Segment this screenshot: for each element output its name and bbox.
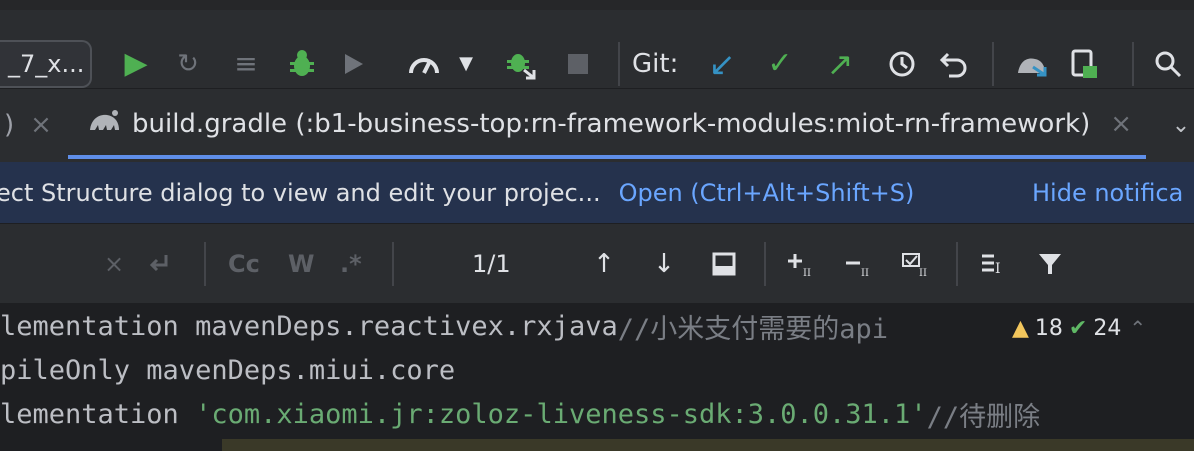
- select-all-occurrences-icon[interactable]: [704, 244, 744, 284]
- git-label: Git:: [632, 49, 679, 79]
- clear-search-icon[interactable]: ×: [104, 244, 124, 284]
- git-update-icon[interactable]: ↙: [702, 44, 742, 84]
- open-project-structure-link[interactable]: Open (Ctrl+Alt+Shift+S): [619, 179, 915, 207]
- gradle-icon: [88, 108, 122, 141]
- coverage-icon[interactable]: [334, 44, 374, 84]
- search-separator: [392, 242, 394, 286]
- current-line-highlight: [222, 439, 1194, 451]
- previous-occurrence-icon[interactable]: ↑: [584, 244, 624, 284]
- attach-debugger-icon[interactable]: [500, 44, 540, 84]
- banner-message: ect Structure dialog to view and edit yo…: [0, 178, 601, 207]
- close-icon[interactable]: ×: [1110, 109, 1132, 139]
- run-icon[interactable]: ▶: [116, 44, 156, 84]
- git-history-icon[interactable]: [882, 44, 922, 84]
- svg-text:II: II: [861, 268, 869, 278]
- match-case-toggle[interactable]: Cc: [228, 244, 260, 284]
- inspections-widget[interactable]: ▲ 18 ✔ 24 ⌃: [1012, 310, 1146, 346]
- remove-occurrence-icon[interactable]: II: [838, 244, 878, 284]
- code-line: lementation mavenDeps.reactivex.rxjava//…: [0, 306, 888, 346]
- git-push-icon[interactable]: ↗: [820, 44, 860, 84]
- search-bar: × Cc W .* 1/1 ↑ ↓ II II II I: [0, 224, 1194, 304]
- git-rollback-icon[interactable]: [934, 44, 974, 84]
- filter-search-results-icon[interactable]: I: [974, 244, 1014, 284]
- run-configuration-label: _7_x...: [8, 50, 85, 78]
- code-text: lementation: [0, 398, 196, 430]
- svg-text:II: II: [919, 268, 927, 278]
- stop-icon[interactable]: [558, 44, 598, 84]
- sync-gradle-icon[interactable]: [1012, 44, 1052, 84]
- code-string: 'com.xiaomi.jr:zoloz-liveness-sdk:3.0.0.…: [195, 398, 927, 430]
- tab-build-gradle[interactable]: build.gradle (:b1-business-top:rn-framew…: [68, 93, 1146, 159]
- toolbar-separator: [618, 42, 620, 86]
- git-commit-icon[interactable]: ✓: [760, 44, 800, 84]
- select-all-matches-icon[interactable]: II: [896, 244, 936, 284]
- regex-toggle[interactable]: .*: [340, 244, 362, 284]
- warning-icon: ▲: [1012, 315, 1029, 341]
- notification-banner: ect Structure dialog to view and edit yo…: [0, 162, 1194, 224]
- previous-tab-close-icon[interactable]: ×: [30, 110, 52, 140]
- add-occurrence-icon[interactable]: II: [780, 244, 820, 284]
- code-line: pileOnly mavenDeps.miui.core: [0, 350, 455, 390]
- inspections-more-icon: ⌃: [1129, 316, 1147, 340]
- new-line-icon[interactable]: [146, 244, 172, 284]
- weak-warning-icon: ✔: [1068, 315, 1088, 341]
- search-separator: [204, 242, 206, 286]
- dropdown-icon[interactable]: ▼: [446, 44, 486, 84]
- code-line: lementation 'com.xiaomi.jr:zoloz-livenes…: [0, 394, 1040, 434]
- match-count: 1/1: [472, 250, 511, 278]
- svg-text:I: I: [995, 261, 1001, 277]
- search-separator: [956, 242, 958, 286]
- next-occurrence-icon[interactable]: ↓: [644, 244, 684, 284]
- debug-icon[interactable]: [282, 44, 322, 84]
- tab-label: build.gradle (:b1-business-top:rn-framew…: [132, 109, 1091, 139]
- code-comment: //小米支付需要的api: [617, 313, 888, 345]
- chevron-down-icon[interactable]: ⌄: [1168, 105, 1194, 145]
- search-icon[interactable]: [1148, 44, 1188, 84]
- whole-word-toggle[interactable]: W: [288, 244, 314, 284]
- warning-count: 18: [1034, 315, 1063, 341]
- toolbar-separator: [1132, 42, 1134, 86]
- editor-tab-bar: ) × build.gradle (:b1-business-top:rn-fr…: [0, 88, 1194, 160]
- svg-text:II: II: [803, 268, 811, 278]
- device-manager-icon[interactable]: [1064, 44, 1104, 84]
- previous-tab-label: ): [4, 110, 15, 140]
- rerun-icon[interactable]: ↻: [168, 44, 208, 84]
- run-configuration-selector[interactable]: _7_x...: [0, 40, 92, 88]
- code-text: lementation mavenDeps.reactivex.rxjava: [0, 310, 618, 342]
- code-editor[interactable]: lementation mavenDeps.reactivex.rxjava//…: [0, 304, 1194, 451]
- hide-notification-link[interactable]: Hide notifica: [1032, 179, 1183, 207]
- previous-tab[interactable]: ) ×: [0, 101, 52, 149]
- toolbar-separator: [992, 42, 994, 86]
- profile-icon[interactable]: [404, 44, 444, 84]
- code-text: pileOnly mavenDeps.miui.core: [0, 354, 456, 386]
- code-comment: //待删除: [926, 401, 1041, 433]
- build-icon[interactable]: ≡: [226, 44, 266, 84]
- weak-warning-count: 24: [1093, 315, 1122, 341]
- search-separator: [764, 242, 766, 286]
- filter-icon[interactable]: [1030, 244, 1070, 284]
- title-strip: [0, 0, 1194, 10]
